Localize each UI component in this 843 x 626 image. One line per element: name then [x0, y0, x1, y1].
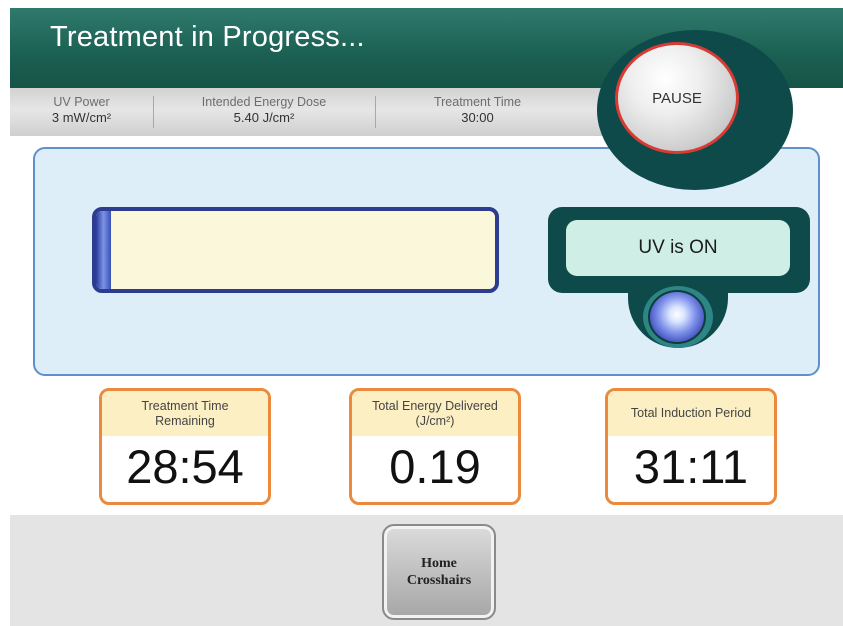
- induction-period-readout: Total Induction Period 31:11: [605, 388, 777, 505]
- energy-delivered-readout: Total Energy Delivered (J/cm²) 0.19: [349, 388, 521, 505]
- uv-lamp-indicator-icon: [648, 290, 706, 344]
- treatment-time-label: Treatment Time: [433, 95, 522, 109]
- progress-fill: [96, 211, 111, 289]
- treatment-info-strip: UV Power 3 mW/cm² Intended Energy Dose 5…: [10, 88, 610, 136]
- treatment-progress-bar: [92, 207, 499, 293]
- time-remaining-readout: Treatment Time Remaining 28:54: [99, 388, 271, 505]
- treatment-time-info: Treatment Time 30:00: [375, 95, 580, 125]
- home-crosshairs-label: Home Crosshairs: [406, 556, 472, 588]
- intended-energy-info: Intended Energy Dose 5.40 J/cm²: [153, 95, 375, 125]
- pause-button[interactable]: PAUSE: [615, 42, 739, 154]
- uv-status-text: UV is ON: [638, 237, 718, 258]
- time-remaining-label: Treatment Time Remaining: [102, 391, 268, 436]
- uv-power-info: UV Power 3 mW/cm²: [10, 95, 153, 125]
- treatment-screen: Treatment in Progress... UV Power 3 mW/c…: [0, 0, 843, 626]
- home-crosshairs-button[interactable]: Home Crosshairs: [382, 524, 496, 620]
- induction-period-label: Total Induction Period: [608, 391, 774, 436]
- uv-power-label: UV Power: [53, 95, 110, 109]
- uv-power-value: 3 mW/cm²: [51, 110, 112, 125]
- uv-status-display: UV is ON: [566, 220, 790, 276]
- intended-energy-label: Intended Energy Dose: [201, 95, 327, 109]
- treatment-time-value: 30:00: [461, 110, 494, 125]
- time-remaining-value: 28:54: [126, 440, 244, 493]
- pause-button-label: PAUSE: [652, 89, 702, 107]
- induction-period-value: 31:11: [633, 440, 749, 493]
- intended-energy-value: 5.40 J/cm²: [233, 110, 295, 125]
- energy-delivered-value: 0.19: [389, 440, 481, 493]
- energy-delivered-label: Total Energy Delivered (J/cm²): [352, 391, 518, 436]
- page-title: Treatment in Progress...: [50, 21, 365, 53]
